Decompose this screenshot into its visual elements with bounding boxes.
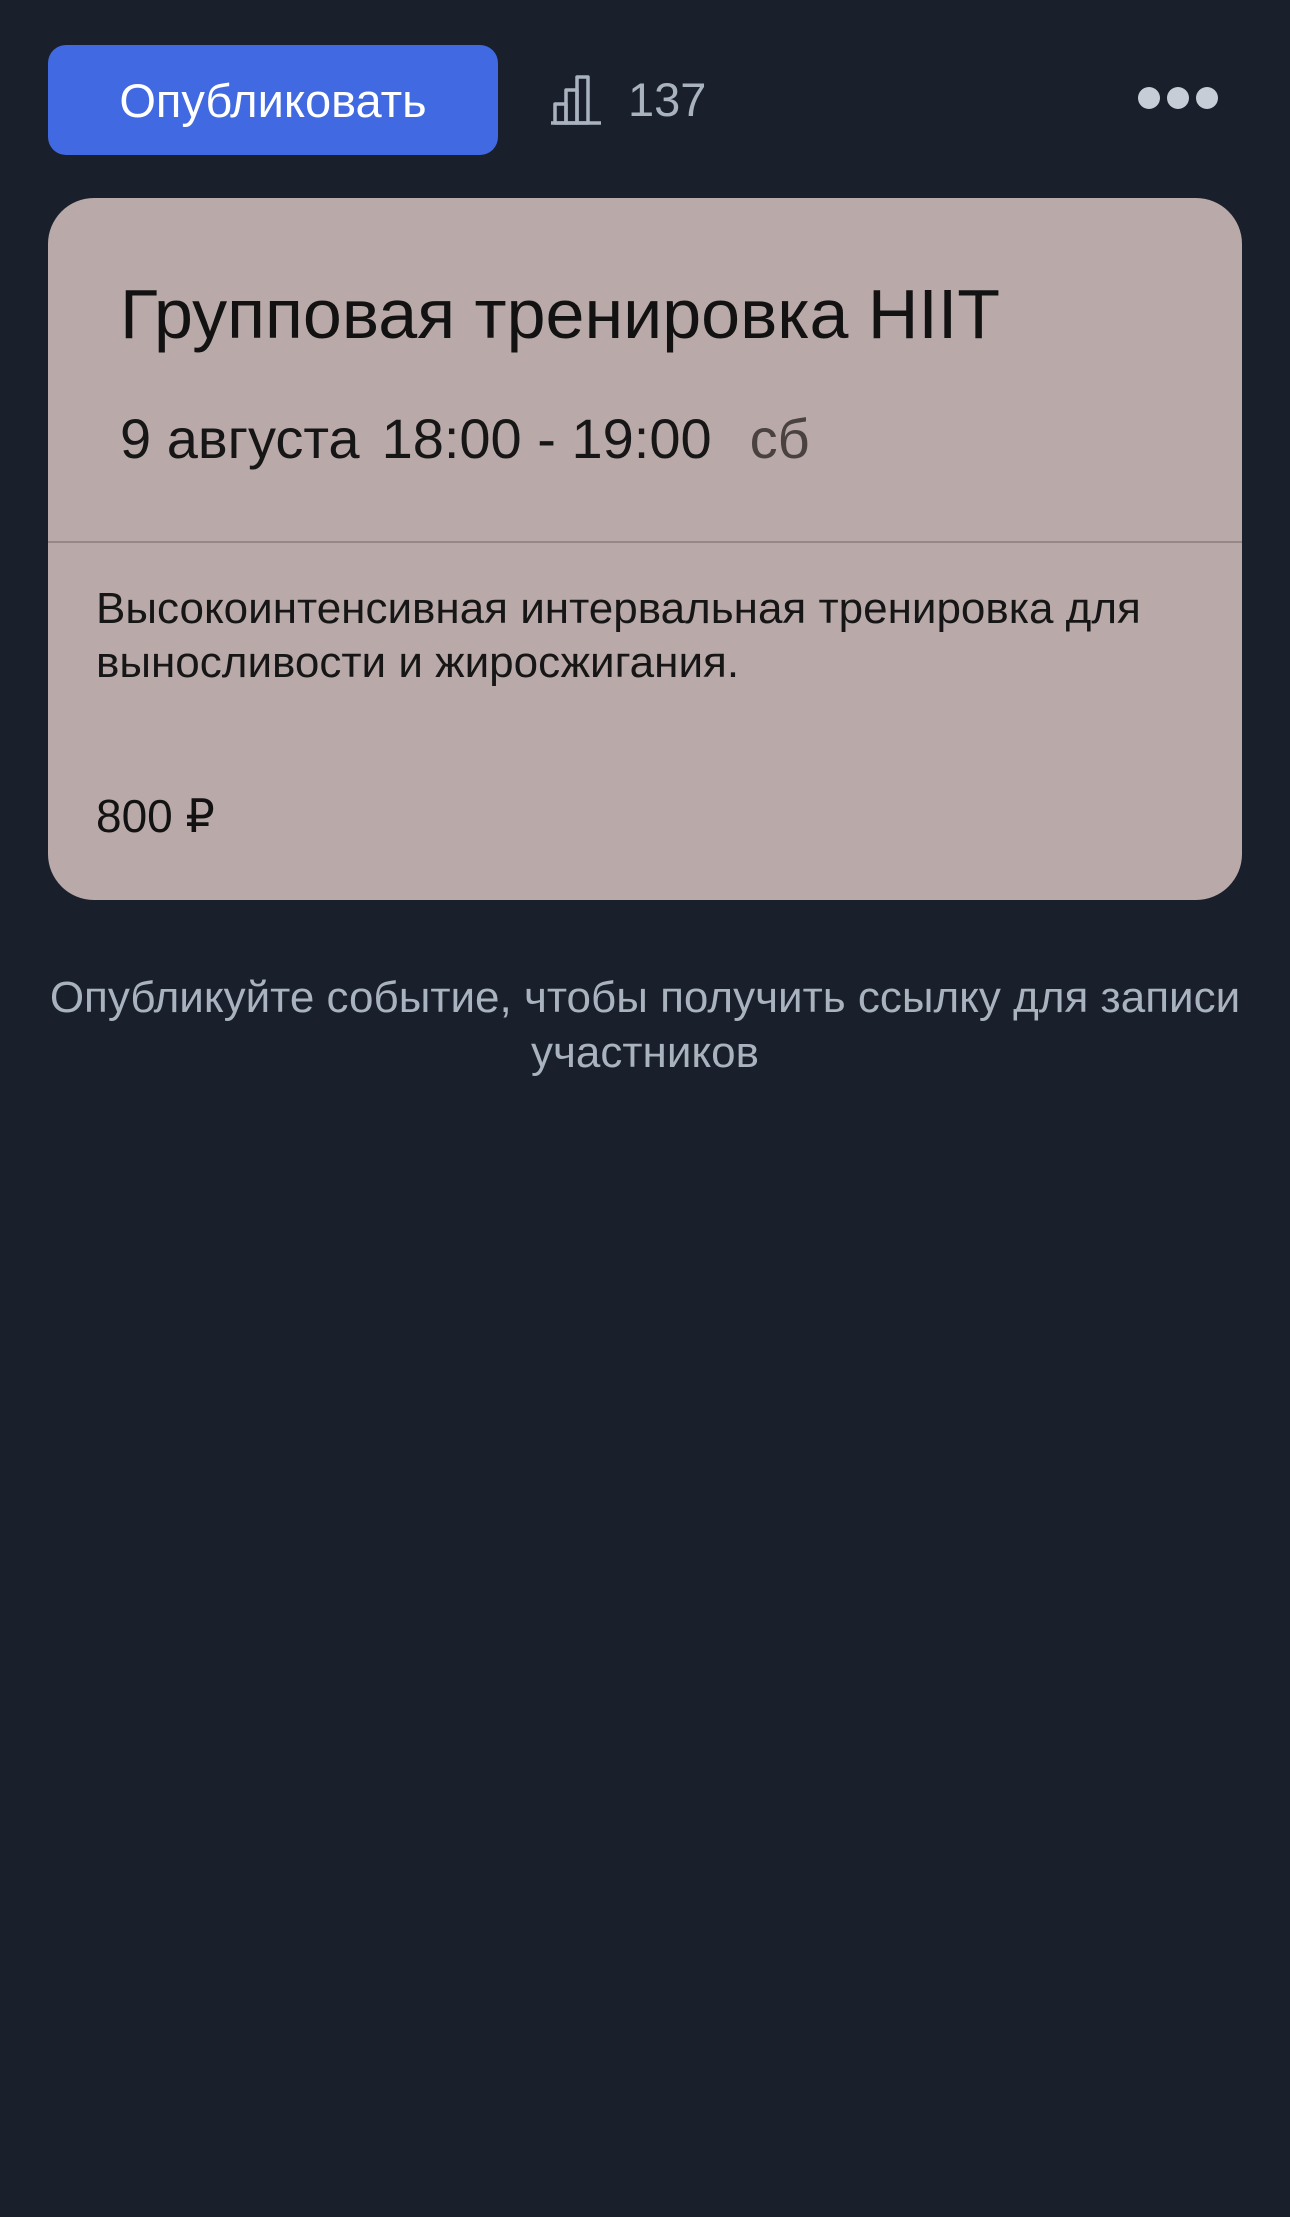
event-description: Высокоинтенсивная интервальная тренировк… xyxy=(96,584,1141,687)
publish-hint: Опубликуйте событие, чтобы получить ссыл… xyxy=(49,973,1241,1077)
more-options-button[interactable] xyxy=(1138,80,1218,116)
bar-chart-icon xyxy=(551,75,601,125)
event-time: 18:00 - 19:00 xyxy=(381,407,712,470)
event-price: 800 ₽ xyxy=(96,790,215,842)
event-title: Групповая тренировка HIIT xyxy=(120,275,1001,353)
publish-button[interactable]: Опубликовать xyxy=(48,45,498,155)
more-icon-dot xyxy=(1196,87,1218,109)
event-datetime: 9 августа 18:00 - 19:00 сб xyxy=(120,404,810,474)
more-icon-dot xyxy=(1138,87,1160,109)
event-card[interactable]: Групповая тренировка HIIT 9 августа 18:0… xyxy=(48,198,1242,900)
stats-button[interactable]: 137 xyxy=(550,70,706,130)
event-screen: Опубликовать 137 Групповая тренировка HI… xyxy=(0,0,1290,2217)
more-icon-dot xyxy=(1167,87,1189,109)
card-divider xyxy=(48,541,1242,543)
event-date: 9 августа xyxy=(120,407,360,470)
stats-count: 137 xyxy=(628,73,707,126)
event-weekday: сб xyxy=(749,407,810,470)
